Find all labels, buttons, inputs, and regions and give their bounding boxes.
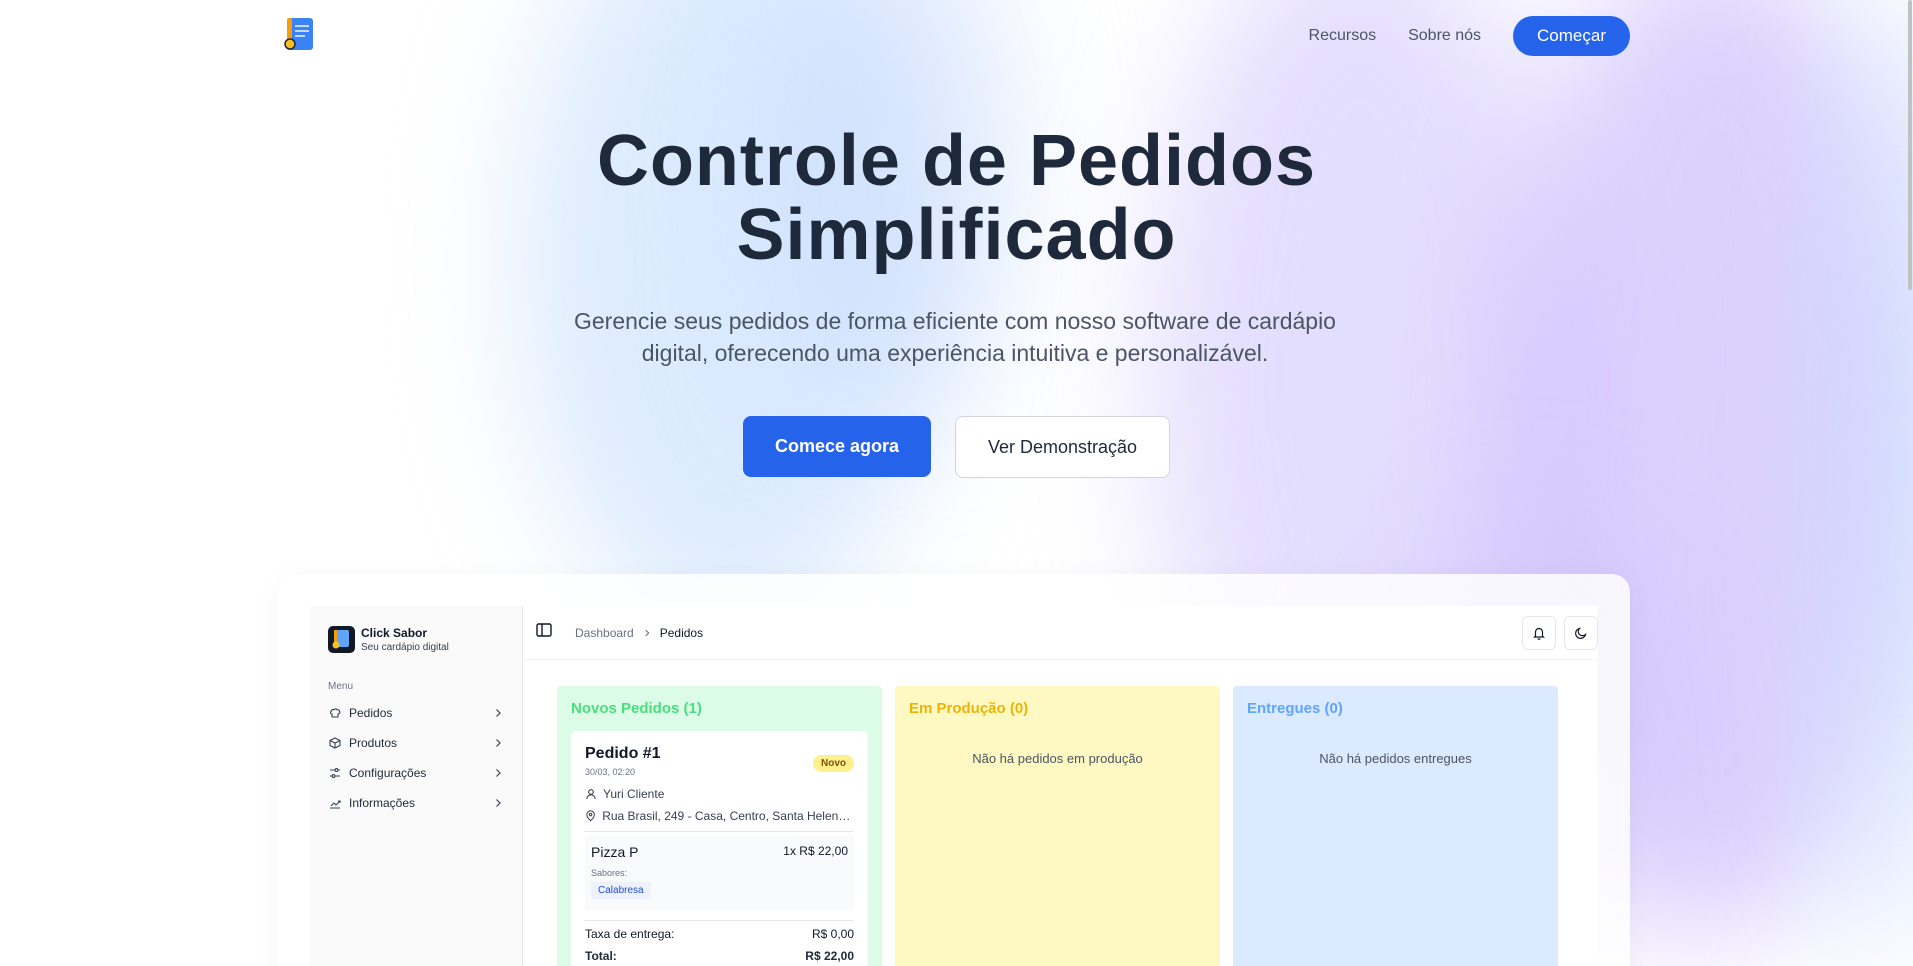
flavors-label: Sabores: <box>591 868 628 878</box>
column-title: Entregues (0) <box>1247 700 1343 717</box>
sliders-icon <box>328 766 342 780</box>
top-nav: Recursos Sobre nós Começar <box>1309 16 1630 56</box>
column-new-orders: Novos Pedidos (1) Pedido #1 30/03, 02:20… <box>557 686 882 966</box>
notifications-button[interactable] <box>1522 616 1556 650</box>
flavor-chip: Calabresa <box>591 882 651 899</box>
total-label: Total: <box>585 949 617 963</box>
sidebar-item-informacoes[interactable]: Informações <box>328 788 504 818</box>
app-logo[interactable] <box>283 17 319 53</box>
scrollbar-thumb[interactable] <box>1908 0 1912 290</box>
sidebar-item-configuracoes[interactable]: Configurações <box>328 758 504 788</box>
order-address: Rua Brasil, 249 - Casa, Centro, Santa He… <box>585 809 854 823</box>
view-demo-button[interactable]: Ver Demonstração <box>955 416 1170 478</box>
hero-title-line2: Simplificado <box>736 195 1177 275</box>
item-name: Pizza P <box>591 844 639 860</box>
sidebar: Click Sabor Seu cardápio digital Menu Pe… <box>310 606 523 966</box>
bell-icon <box>1533 627 1545 640</box>
sidebar-item-produtos[interactable]: Produtos <box>328 728 504 758</box>
brand-name: Click Sabor <box>361 626 428 640</box>
order-customer: Yuri Cliente <box>585 787 854 801</box>
nav-sobre-nos[interactable]: Sobre nós <box>1408 27 1481 45</box>
customer-name: Yuri Cliente <box>603 787 665 801</box>
brand-logo-icon <box>328 626 355 653</box>
breadcrumb-dashboard[interactable]: Dashboard <box>575 626 634 640</box>
package-icon <box>328 736 342 750</box>
hero-subtitle: Gerencie seus pedidos de forma eficiente… <box>574 308 1336 366</box>
sidebar-item-pedidos[interactable]: Pedidos <box>328 698 504 728</box>
column-title: Novos Pedidos (1) <box>571 700 702 717</box>
brand-tagline: Seu cardápio digital <box>361 642 449 653</box>
order-date: 30/03, 02:20 <box>585 767 636 777</box>
empty-state: Não há pedidos em produção <box>972 751 1143 766</box>
chevron-right-icon <box>645 629 650 636</box>
user-icon <box>586 789 596 800</box>
sidebar-item-label: Informações <box>349 796 416 810</box>
item-qty-price: 1x R$ 22,00 <box>783 844 848 858</box>
total-row: Total: R$ 22,00 <box>585 949 854 963</box>
breadcrumb: Dashboard Pedidos <box>575 626 703 640</box>
column-in-production: Em Produção (0) Não há pedidos em produç… <box>895 686 1220 966</box>
hero-title: Controle de Pedidos Simplificado <box>0 124 1913 272</box>
moon-icon <box>1575 627 1587 639</box>
sidebar-item-label: Pedidos <box>349 706 393 720</box>
chevron-right-icon <box>496 769 501 777</box>
fee-label: Taxa de entrega: <box>585 927 675 941</box>
hero-title-line1: Controle de Pedidos <box>596 121 1317 201</box>
chevron-right-icon <box>496 799 501 807</box>
chef-hat-icon <box>328 706 342 720</box>
topbar: Dashboard Pedidos <box>523 606 1598 660</box>
nav-recursos[interactable]: Recursos <box>1309 27 1377 45</box>
chevron-right-icon <box>496 739 501 747</box>
menu-label: Menu <box>328 681 354 692</box>
get-started-button[interactable]: Comece agora <box>743 416 931 477</box>
fee-value: R$ 0,00 <box>811 927 854 941</box>
address-text: Rua Brasil, 249 - Casa, Centro, Santa He… <box>602 809 854 823</box>
hero-actions: Comece agora Ver Demonstração <box>0 416 1913 478</box>
sidebar-toggle-icon[interactable] <box>535 621 553 644</box>
main-panel: Dashboard Pedidos Novos Pedidos (1) Pedi… <box>523 606 1598 966</box>
sidebar-brand[interactable]: Click Sabor Seu cardápio digital <box>328 626 504 653</box>
chevron-right-icon <box>496 709 501 717</box>
sidebar-item-label: Produtos <box>349 736 398 750</box>
order-title: Pedido #1 <box>585 745 661 762</box>
total-value: R$ 22,00 <box>805 949 854 963</box>
column-delivered: Entregues (0) Não há pedidos entregues <box>1233 686 1558 966</box>
delivery-fee-row: Taxa de entrega: R$ 0,00 <box>585 920 854 941</box>
map-pin-icon <box>586 810 595 822</box>
theme-toggle-button[interactable] <box>1564 616 1598 650</box>
orders-board: Novos Pedidos (1) Pedido #1 30/03, 02:20… <box>557 686 1558 966</box>
start-button[interactable]: Começar <box>1513 16 1630 56</box>
page-scrollbar[interactable] <box>1907 0 1913 966</box>
breadcrumb-pedidos: Pedidos <box>659 625 704 640</box>
column-title: Em Produção (0) <box>909 700 1029 717</box>
order-card[interactable]: Pedido #1 30/03, 02:20 Novo Yuri Cliente <box>571 731 868 966</box>
status-badge: Novo <box>813 755 854 772</box>
chart-icon <box>328 796 342 810</box>
dashboard-preview: Click Sabor Seu cardápio digital Menu Pe… <box>278 574 1630 966</box>
empty-state: Não há pedidos entregues <box>1319 751 1472 766</box>
dashboard-app: Click Sabor Seu cardápio digital Menu Pe… <box>310 606 1598 966</box>
sidebar-item-label: Configurações <box>349 766 427 780</box>
sidebar-menu: Pedidos Produtos Configurações Informaçõ… <box>328 698 504 818</box>
order-item: Pizza P 1x R$ 22,00 Sabores: Calabresa <box>585 836 854 910</box>
